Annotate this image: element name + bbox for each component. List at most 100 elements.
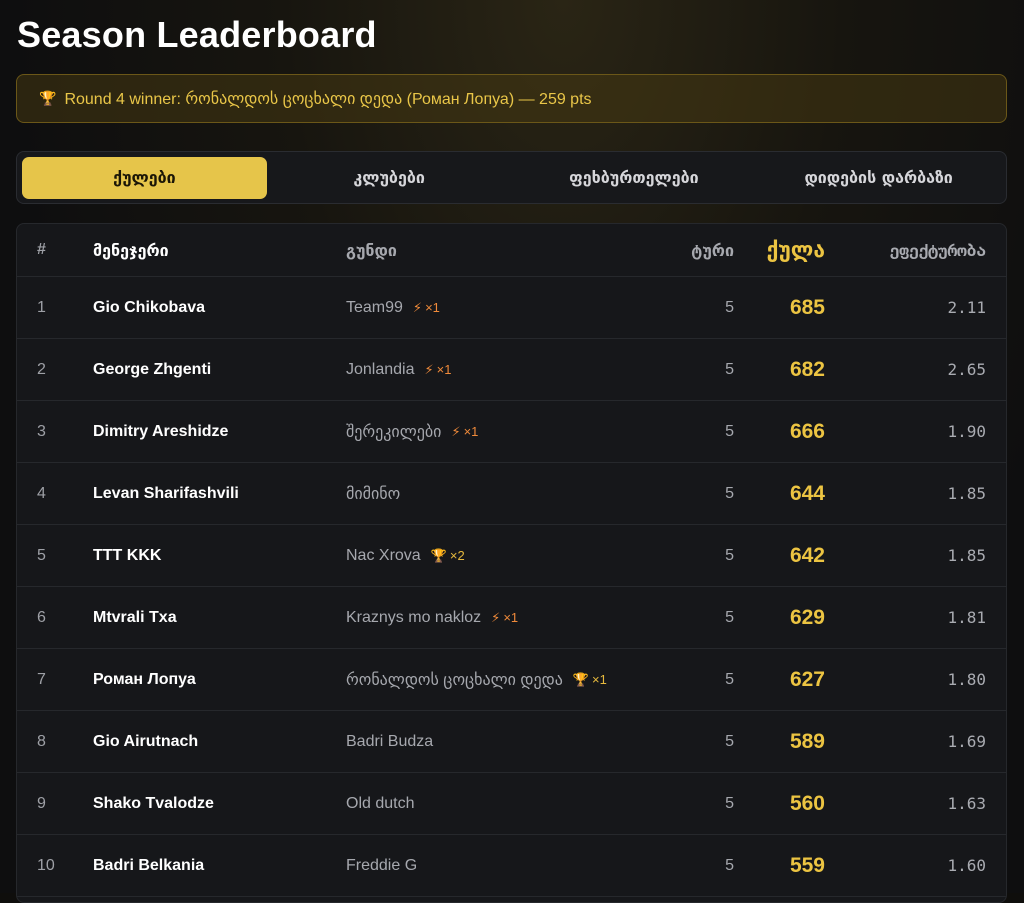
rank: 2: [37, 360, 46, 378]
manager-name[interactable]: Levan Sharifashvili: [93, 485, 239, 503]
team-name[interactable]: Kraznys mo nakloz: [346, 609, 481, 627]
trophy-icon: 🏆: [39, 90, 57, 106]
team-cell: Kraznys mo nakloz ⚡ ×1: [346, 609, 518, 627]
badge-count: ×1: [503, 610, 519, 625]
rounds: 5: [725, 546, 734, 564]
points: 589: [789, 729, 825, 753]
table-row[interactable]: 6 Mtvrali Txa Kraznys mo nakloz ⚡ ×1 5 629 1.81: [17, 587, 1006, 649]
badge-count: ×1: [425, 300, 440, 315]
team-name[interactable]: Nac Xrova: [346, 547, 421, 565]
efficiency: 2.65: [947, 360, 986, 379]
table-row[interactable]: 4 Levan Sharifashvili მიმინო 5 644 1.85: [17, 463, 1006, 525]
team-cell: Old dutch: [346, 795, 414, 813]
chip-badge: ⚡ ×1: [413, 300, 440, 316]
bolt-icon: ⚡: [412, 299, 423, 315]
chip-badge: ⚡ ×1: [491, 610, 518, 626]
round-winner-banner: 🏆 Round 4 winner: რონალდოს ცოცხალი დედა …: [16, 74, 1007, 123]
points: 644: [789, 481, 825, 505]
manager-name[interactable]: TTT KKK: [93, 547, 161, 565]
header-points[interactable]: ქულა: [767, 238, 825, 262]
team-name[interactable]: Badri Budza: [346, 733, 433, 751]
trophy-icon: 🏆: [430, 547, 447, 563]
badge-count: ×1: [436, 362, 452, 377]
points: 629: [789, 605, 825, 629]
header-rounds[interactable]: ტური: [691, 241, 734, 260]
bolt-icon: ⚡: [451, 423, 461, 439]
rounds: 5: [725, 856, 734, 874]
team-name[interactable]: რონალდოს ცოცხალი დედა: [346, 670, 563, 690]
efficiency: 1.69: [947, 732, 986, 751]
efficiency: 1.63: [947, 794, 986, 813]
rounds: 5: [725, 732, 734, 750]
rounds: 5: [725, 360, 734, 378]
table-row[interactable]: 2 George Zhgenti Jonlandia ⚡ ×1 5 682 2.65: [17, 339, 1006, 401]
team-cell: შერეკილები ⚡ ×1: [346, 422, 478, 442]
table-row[interactable]: 7 Роман Лопуа რონალდოს ცოცხალი დედა 🏆 ×1 5 627…: [17, 649, 1006, 711]
rank: 5: [37, 546, 46, 564]
team-name[interactable]: შერეკილები: [346, 422, 441, 442]
badge-count: ×2: [449, 548, 465, 563]
table-row[interactable]: 9 Shako Tvalodze Old dutch 5 560 1.63: [17, 773, 1006, 835]
bolt-icon: ⚡: [424, 361, 434, 377]
page-title: Season Leaderboard: [17, 14, 377, 55]
rank: 6: [37, 608, 46, 626]
tab-clubs[interactable]: კლუბები: [267, 157, 512, 199]
team-name[interactable]: Team99: [346, 299, 403, 317]
efficiency: 1.60: [947, 856, 986, 875]
rounds: 5: [725, 484, 734, 502]
table-row[interactable]: 1 Gio Chikobava Team99 ⚡ ×1 5 685 2.11: [17, 277, 1006, 339]
manager-name[interactable]: Gio Airutnach: [93, 733, 198, 751]
table-row[interactable]: 5 TTT KKK Nac Xrova 🏆 ×2 5 642 1.85: [17, 525, 1006, 587]
tab-hall-of-fame[interactable]: დიდების დარბაზი: [756, 157, 1001, 199]
team-cell: რონალდოს ცოცხალი დედა 🏆 ×1: [346, 670, 607, 690]
manager-name[interactable]: Dimitry Areshidze: [93, 423, 228, 441]
rank: 3: [37, 422, 46, 440]
table-row[interactable]: 3 Dimitry Areshidze შერეკილები ⚡ ×1 5 666 1.90: [17, 401, 1006, 463]
tab-players[interactable]: ფეხბურთელები: [512, 157, 757, 199]
team-cell: Nac Xrova 🏆 ×2: [346, 547, 465, 565]
leaderboard-tabs: ქულები კლუბები ფეხბურთელები დიდების დარბ…: [16, 151, 1007, 204]
team-name[interactable]: Old dutch: [346, 795, 414, 813]
points: 559: [789, 853, 825, 877]
efficiency: 1.80: [947, 670, 986, 689]
leaderboard-table: # მენეჯერი გუნდი ტური ქულა ეფექტურობა 1 G…: [16, 223, 1007, 903]
header-rank[interactable]: #: [37, 241, 46, 259]
points: 685: [789, 295, 825, 319]
badge-count: ×1: [463, 424, 479, 439]
team-name[interactable]: Jonlandia: [346, 361, 415, 379]
manager-name[interactable]: George Zhgenti: [93, 361, 211, 379]
chip-badge: 🏆 ×2: [431, 548, 465, 564]
header-efficiency[interactable]: ეფექტურობა: [890, 241, 986, 260]
efficiency: 1.90: [947, 422, 986, 441]
manager-name[interactable]: Gio Chikobava: [93, 299, 205, 317]
rank: 9: [37, 794, 46, 812]
rounds: 5: [725, 608, 734, 626]
table-row[interactable]: 10 Badri Belkania Freddie G 5 559 1.60: [17, 835, 1006, 897]
table-header: # მენეჯერი გუნდი ტური ქულა ეფექტურობა: [17, 224, 1006, 277]
header-team[interactable]: გუნდი: [346, 241, 397, 260]
efficiency: 2.11: [947, 298, 986, 317]
team-cell: მიმინო: [346, 484, 400, 504]
manager-name[interactable]: Роман Лопуа: [93, 671, 196, 689]
rank: 7: [37, 670, 46, 688]
manager-name[interactable]: Badri Belkania: [93, 857, 204, 875]
manager-name[interactable]: Shako Tvalodze: [93, 795, 214, 813]
chip-badge: 🏆 ×1: [573, 672, 607, 688]
manager-name[interactable]: Mtvrali Txa: [93, 609, 177, 627]
bolt-icon: ⚡: [491, 609, 501, 625]
points: 627: [789, 667, 825, 691]
header-manager[interactable]: მენეჯერი: [93, 241, 169, 260]
points: 682: [789, 357, 825, 381]
round-winner-text: Round 4 winner: რონალდოს ცოცხალი დედა (Р…: [64, 90, 592, 108]
table-row[interactable]: 8 Gio Airutnach Badri Budza 5 589 1.69: [17, 711, 1006, 773]
points: 666: [789, 419, 825, 443]
team-cell: Badri Budza: [346, 733, 433, 751]
rounds: 5: [725, 298, 734, 316]
tab-points[interactable]: ქულები: [22, 156, 267, 199]
rank: 8: [37, 732, 46, 750]
team-name[interactable]: Freddie G: [346, 857, 417, 875]
team-cell: Freddie G: [346, 857, 417, 875]
team-name[interactable]: მიმინო: [346, 484, 400, 504]
points: 642: [789, 543, 825, 567]
rounds: 5: [725, 670, 734, 688]
